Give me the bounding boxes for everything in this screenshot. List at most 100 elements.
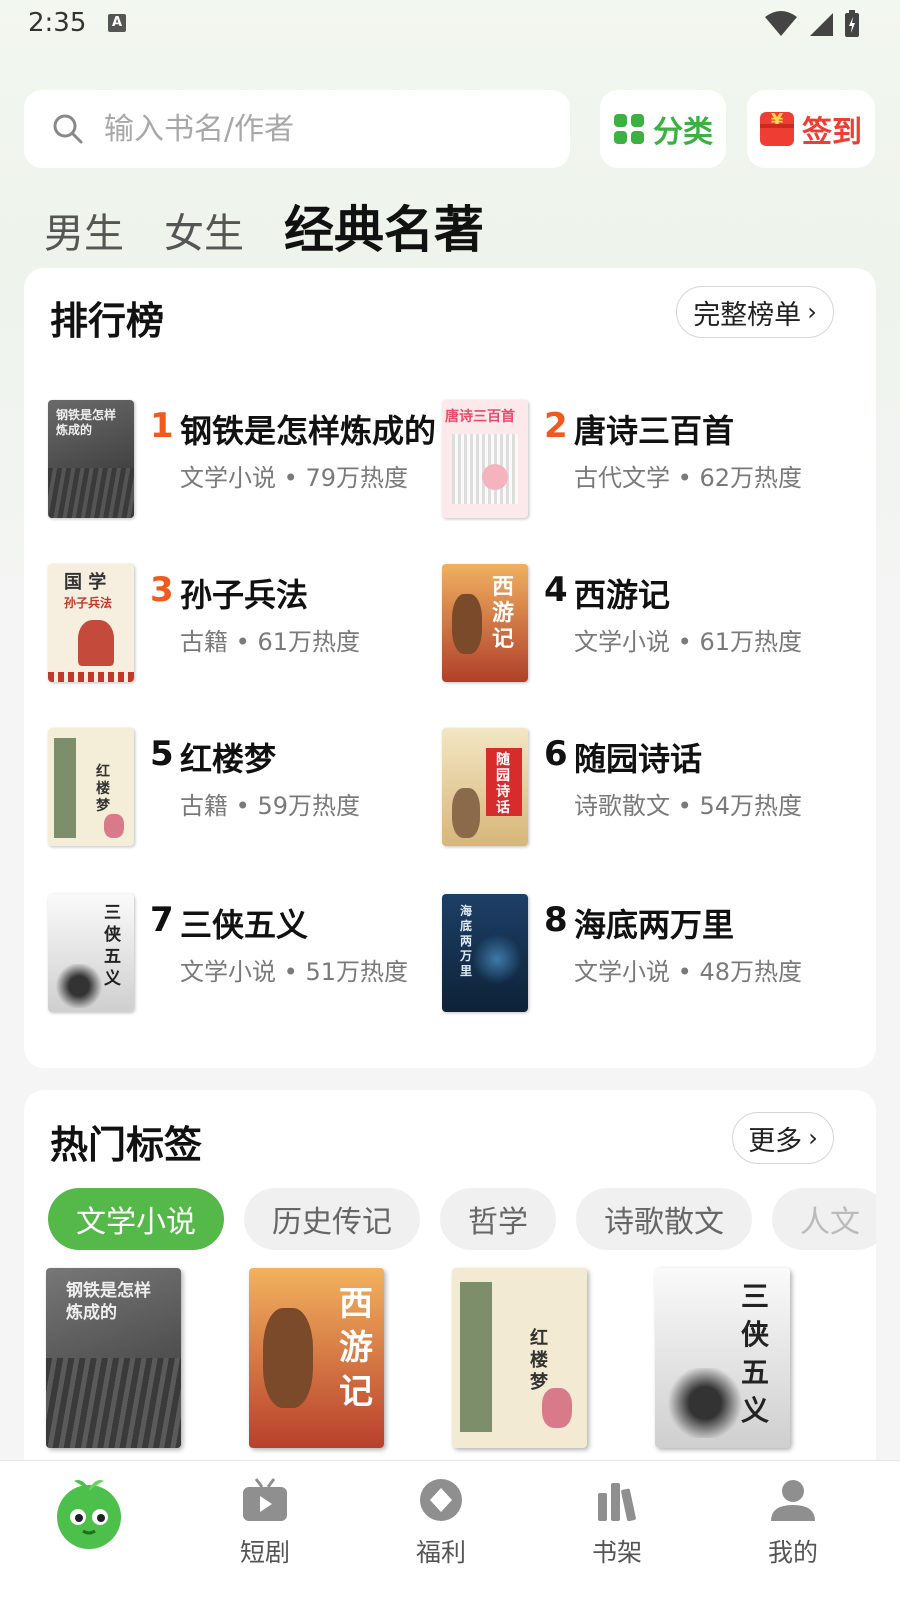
cover-title: 三侠五义: [741, 1280, 770, 1427]
rank-number: 5: [150, 734, 174, 774]
cover-title: 随园诗话: [496, 752, 510, 816]
rank-item-4[interactable]: 西游记 4 西游记 文学小说 • 61万热度: [442, 564, 842, 684]
book-title: 西游记: [574, 576, 671, 614]
grid-icon: [614, 114, 644, 144]
signal-icon: [810, 13, 833, 36]
bookshelf-icon: [598, 1483, 636, 1522]
nav-profile[interactable]: 我的: [718, 1461, 868, 1600]
chevron-right-icon: ›: [807, 298, 817, 326]
tag-chip[interactable]: 诗歌散文: [576, 1188, 752, 1250]
book-cover[interactable]: 红楼梦: [452, 1268, 587, 1448]
cover-title: 国 学: [64, 572, 107, 593]
ranking-card: 排行榜 完整榜单 › 钢铁是怎样炼成的 1 钢铁是怎样炼成的 文学小说 • 79…: [24, 268, 876, 1068]
book-meta: 文学小说 • 48万热度: [574, 958, 802, 986]
book-cover: 红楼梦: [48, 728, 134, 846]
book-title: 唐诗三百首: [574, 412, 735, 450]
full-list-label: 完整榜单: [693, 299, 802, 331]
nav-bookshelf[interactable]: 书架: [542, 1461, 692, 1600]
more-label: 更多: [748, 1125, 803, 1157]
full-list-button[interactable]: 完整榜单 ›: [676, 286, 834, 338]
nav-label: 短剧: [239, 1538, 290, 1567]
tab-classics[interactable]: 经典名著: [284, 190, 484, 262]
book-cover: 钢铁是怎样炼成的: [48, 400, 134, 518]
nav-label: 福利: [415, 1538, 466, 1567]
book-cover: 海底两万里: [442, 894, 528, 1012]
category-label: 分类: [653, 115, 713, 150]
rank-number: 3: [150, 570, 174, 610]
book-cover: 三侠五义: [48, 894, 134, 1012]
status-icons: [764, 10, 860, 38]
status-time: 2:35: [28, 8, 87, 38]
category-button[interactable]: 分类: [600, 90, 726, 168]
book-cover: 国 学 孙子兵法: [48, 564, 134, 682]
book-title: 海底两万里: [574, 906, 735, 944]
rank-number: 7: [150, 900, 174, 940]
book-title: 孙子兵法: [180, 576, 309, 614]
tag-chip[interactable]: 历史传记: [244, 1188, 420, 1250]
tv-play-icon: [243, 1478, 287, 1521]
tag-chip-row: 文学小说 历史传记 哲学 诗歌散文 人文: [48, 1188, 876, 1250]
rank-item-6[interactable]: 随园诗话 6 随园诗话 诗歌散文 • 54万热度: [442, 728, 842, 848]
mascot-icon: [57, 1480, 121, 1549]
checkin-label: 签到: [802, 115, 862, 150]
book-meta: 古籍 • 61万热度: [180, 628, 360, 656]
more-tags-button[interactable]: 更多 ›: [732, 1112, 834, 1164]
wifi-icon: [765, 11, 797, 36]
book-cover[interactable]: 钢铁是怎样炼成的: [46, 1268, 181, 1448]
cover-title: 红楼梦: [530, 1328, 548, 1393]
rank-number: 8: [544, 900, 568, 940]
book-meta: 文学小说 • 79万热度: [180, 464, 408, 492]
cover-title: 海底两万里: [460, 904, 473, 978]
tab-female[interactable]: 女生: [164, 201, 244, 259]
cover-title: 西游记: [339, 1284, 373, 1412]
book-cover[interactable]: 三侠五义: [655, 1268, 790, 1448]
book-meta: 文学小说 • 61万热度: [574, 628, 802, 656]
book-cover: 随园诗话: [442, 728, 528, 846]
rank-item-2[interactable]: 唐诗三百首 2 唐诗三百首 古代文学 • 62万热度: [442, 400, 842, 520]
book-meta: 文学小说 • 51万热度: [180, 958, 408, 986]
tag-chip[interactable]: 文学小说: [48, 1188, 224, 1250]
book-meta: 古代文学 • 62万热度: [574, 464, 802, 492]
search-icon: [53, 114, 83, 144]
ranking-title: 排行榜: [50, 299, 165, 343]
status-a-icon: A: [108, 14, 126, 32]
rank-item-8[interactable]: 海底两万里 8 海底两万里 文学小说 • 48万热度: [442, 894, 842, 1014]
tag-book-list: 钢铁是怎样炼成的 西游记 红楼梦 三侠五义: [46, 1268, 790, 1448]
book-cover: 唐诗三百首: [442, 400, 528, 518]
hot-tags-card: 热门标签 更多 › 文学小说 历史传记 哲学 诗歌散文 人文 钢铁是怎样炼成的 …: [24, 1090, 876, 1510]
rank-number: 1: [150, 406, 174, 446]
battery-icon: [845, 10, 859, 37]
book-meta: 古籍 • 59万热度: [180, 792, 360, 820]
nav-welfare[interactable]: 福利: [366, 1461, 516, 1600]
tag-chip[interactable]: 人文: [772, 1188, 876, 1250]
cover-title: 唐诗三百首: [445, 409, 515, 425]
book-title: 随园诗话: [574, 740, 703, 778]
hot-tags-title: 热门标签: [50, 1123, 203, 1167]
rank-item-5[interactable]: 红楼梦 5 红楼梦 古籍 • 59万热度: [48, 728, 448, 848]
checkin-button[interactable]: ¥ 签到: [747, 90, 875, 168]
diamond-coin-icon: [420, 1479, 462, 1521]
search-box[interactable]: [24, 90, 570, 168]
rank-item-3[interactable]: 国 学 孙子兵法 3 孙子兵法 古籍 • 61万热度: [48, 564, 448, 684]
user-icon: [771, 1480, 815, 1521]
book-meta: 诗歌散文 • 54万热度: [574, 792, 802, 820]
nav-home[interactable]: [14, 1461, 164, 1600]
rank-item-7[interactable]: 三侠五义 7 三侠五义 文学小说 • 51万热度: [48, 894, 448, 1014]
bottom-nav: 短剧 福利 书架 我的: [0, 1460, 900, 1600]
cover-title: 钢铁是怎样炼成的: [66, 1281, 151, 1323]
rank-number: 6: [544, 734, 568, 774]
red-envelope-icon: ¥: [760, 110, 794, 146]
cover-subtitle: 孙子兵法: [64, 596, 113, 610]
cover-title: 西游记: [492, 574, 515, 652]
book-title: 三侠五义: [180, 906, 309, 944]
nav-short-drama[interactable]: 短剧: [190, 1461, 340, 1600]
tab-male[interactable]: 男生: [44, 201, 124, 259]
book-cover[interactable]: 西游记: [249, 1268, 384, 1448]
tag-chip[interactable]: 哲学: [440, 1188, 556, 1250]
rank-item-1[interactable]: 钢铁是怎样炼成的 1 钢铁是怎样炼成的 文学小说 • 79万热度: [48, 400, 448, 520]
cover-title: 红楼梦: [96, 764, 110, 814]
book-title: 钢铁是怎样炼成的: [180, 412, 437, 450]
book-cover: 西游记: [442, 564, 528, 682]
chevron-right-icon: ›: [808, 1124, 818, 1152]
search-input[interactable]: [104, 111, 504, 147]
